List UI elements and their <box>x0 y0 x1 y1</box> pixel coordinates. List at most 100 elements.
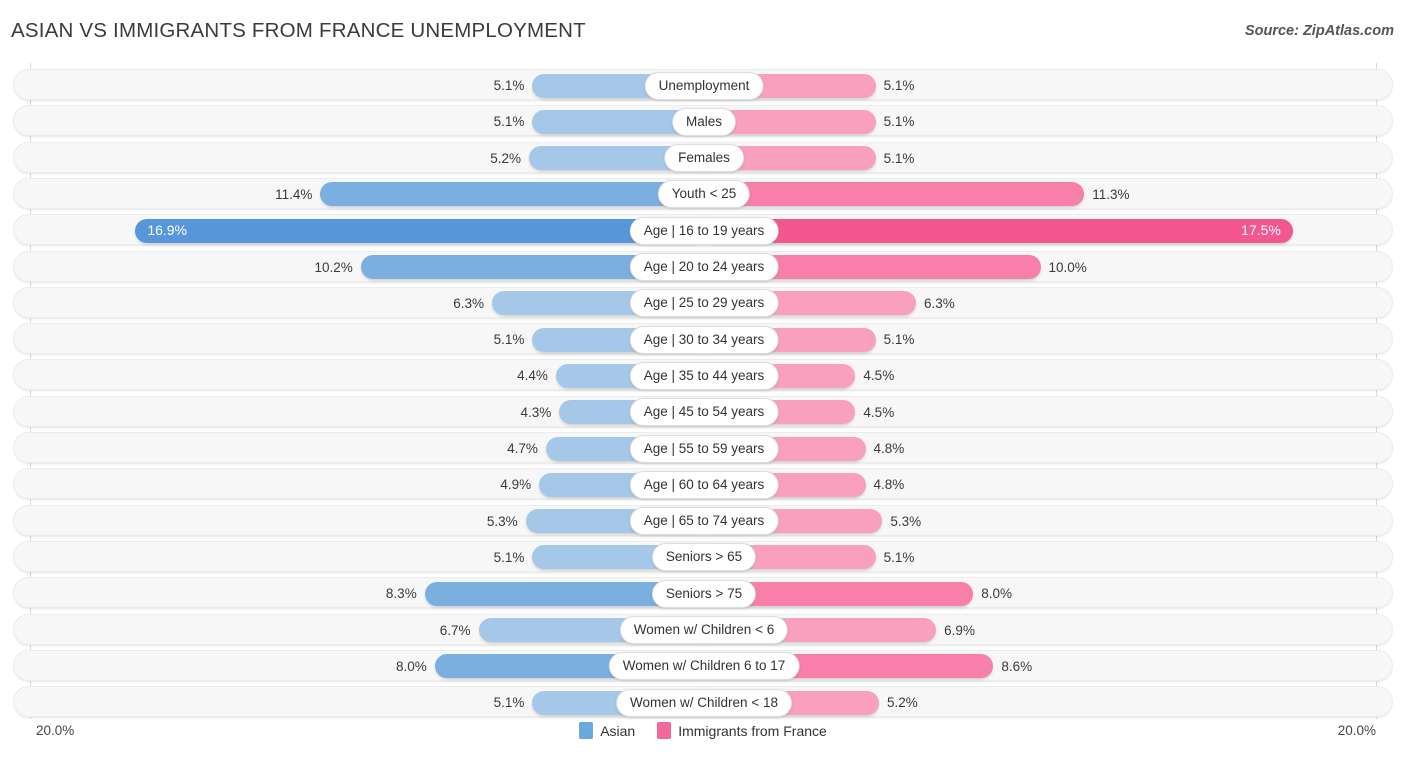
chart-row: 16.9% 17.5% Age | 16 to 19 years <box>13 214 1393 246</box>
bar-pair: 5.3% 5.3% Age | 65 to 74 years <box>1 506 1406 537</box>
value-label-asian: 8.3% <box>385 586 417 602</box>
bar-pair: 16.9% 17.5% Age | 16 to 19 years <box>1 215 1406 246</box>
row-label: Males <box>671 107 737 136</box>
row-label: Women w/ Children < 18 <box>616 688 792 717</box>
source-attribution: Source: ZipAtlas.com <box>1244 23 1394 39</box>
row-label: Women w/ Children 6 to 17 <box>608 652 800 681</box>
chart-row: 5.2% 5.1% Females <box>13 141 1393 173</box>
bar-pair: 6.3% 6.3% Age | 25 to 29 years <box>1 288 1406 319</box>
bar-pair: 8.3% 8.0% Seniors > 75 <box>1 578 1406 609</box>
row-label: Unemployment <box>644 71 764 100</box>
value-label-asian: 16.9% <box>147 222 188 239</box>
chart-row: 8.0% 8.6% Women w/ Children 6 to 17 <box>13 649 1393 681</box>
value-label-asian: 8.0% <box>396 658 427 674</box>
chart-row: 4.3% 4.5% Age | 45 to 54 years <box>13 395 1393 427</box>
value-label-asian: 5.1% <box>493 695 525 711</box>
value-label-asian: 5.2% <box>490 150 522 166</box>
chart-legend: Asian Immigrants from France <box>0 722 1406 739</box>
legend-item[interactable]: Asian <box>579 722 635 739</box>
chart-row: 8.3% 8.0% Seniors > 75 <box>13 577 1393 609</box>
value-label-immigrants-from-france: 5.1% <box>883 150 915 166</box>
value-label-asian: 10.2% <box>314 259 353 275</box>
value-label-asian: 4.9% <box>500 477 532 493</box>
bar-pair: 6.7% 6.9% Women w/ Children < 6 <box>1 615 1406 646</box>
value-label-immigrants-from-france: 17.5% <box>1241 222 1281 239</box>
value-label-asian: 6.3% <box>453 295 484 311</box>
value-label-immigrants-from-france: 5.2% <box>886 695 918 711</box>
value-label-immigrants-from-france: 5.3% <box>890 513 922 529</box>
legend-swatch-icon <box>579 722 594 739</box>
legend-label: Asian <box>600 722 636 739</box>
bar-pair: 5.2% 5.1% Females <box>1 143 1406 174</box>
value-label-immigrants-from-france: 4.8% <box>873 441 905 456</box>
value-label-asian: 11.4% <box>275 186 313 202</box>
bar-asian[interactable] <box>320 182 704 207</box>
value-label-immigrants-from-france: 5.1% <box>883 114 915 130</box>
chart-row: 11.4% 11.3% Youth < 25 <box>13 177 1393 209</box>
chart-row: 6.7% 6.9% Women w/ Children < 6 <box>13 613 1393 645</box>
chart-row: 10.2% 10.0% Age | 20 to 24 years <box>13 250 1393 282</box>
value-label-asian: 5.1% <box>493 78 525 93</box>
page-title: ASIAN VS IMMIGRANTS FROM FRANCE UNEMPLOY… <box>11 19 586 42</box>
row-label: Age | 65 to 74 years <box>629 507 779 536</box>
value-label-immigrants-from-france: 5.1% <box>883 78 915 93</box>
chart-row: 5.1% 5.1% Males <box>13 105 1393 137</box>
value-label-immigrants-from-france: 10.0% <box>1048 259 1087 275</box>
value-label-asian: 6.7% <box>439 622 471 638</box>
bar-pair: 5.1% 5.1% Unemployment <box>1 70 1406 101</box>
value-label-immigrants-from-france: 11.3% <box>1092 186 1130 202</box>
value-label-immigrants-from-france: 4.5% <box>863 404 895 420</box>
row-label: Age | 25 to 29 years <box>629 289 779 318</box>
legend-label: Immigrants from France <box>678 722 827 739</box>
value-label-immigrants-from-france: 8.6% <box>1001 658 1033 674</box>
row-label: Age | 20 to 24 years <box>629 253 779 281</box>
chart-row: 6.3% 6.3% Age | 25 to 29 years <box>13 286 1393 318</box>
value-label-asian: 5.1% <box>493 332 525 348</box>
row-label: Age | 30 to 34 years <box>629 325 779 354</box>
value-label-immigrants-from-france: 4.8% <box>873 477 905 493</box>
chart-row: 5.1% 5.1% Seniors > 65 <box>13 540 1393 572</box>
bar-pair: 4.4% 4.5% Age | 35 to 44 years <box>1 360 1406 391</box>
value-label-immigrants-from-france: 6.9% <box>944 622 975 638</box>
chart-row: 5.1% 5.2% Women w/ Children < 18 <box>13 686 1393 718</box>
value-label-immigrants-from-france: 5.1% <box>883 549 915 565</box>
row-label: Youth < 25 <box>657 180 751 209</box>
value-label-asian: 4.7% <box>507 441 538 456</box>
value-label-asian: 4.4% <box>517 368 548 384</box>
bar-pair: 4.7% 4.8% Age | 55 to 59 years <box>1 433 1406 464</box>
chart-row: 4.7% 4.8% Age | 55 to 59 years <box>13 432 1393 463</box>
value-label-asian: 4.3% <box>520 404 552 420</box>
value-label-asian: 5.1% <box>493 114 525 130</box>
chart-row: 5.1% 5.1% Age | 30 to 34 years <box>13 323 1393 355</box>
bar-pair: 11.4% 11.3% Youth < 25 <box>1 179 1406 210</box>
value-label-asian: 5.1% <box>493 549 525 565</box>
value-label-immigrants-from-france: 8.0% <box>981 586 1012 602</box>
bar-pair: 5.1% 5.1% Age | 30 to 34 years <box>1 324 1406 355</box>
bar-pair: 8.0% 8.6% Women w/ Children 6 to 17 <box>1 651 1406 682</box>
value-label-asian: 5.3% <box>486 513 518 529</box>
row-label: Age | 35 to 44 years <box>629 361 779 390</box>
value-label-immigrants-from-france: 4.5% <box>863 368 895 384</box>
bar-pair: 5.1% 5.2% Women w/ Children < 18 <box>1 687 1406 718</box>
bar-immigrants-from-france[interactable] <box>704 182 1085 207</box>
chart-row: 4.4% 4.5% Age | 35 to 44 years <box>13 359 1393 391</box>
bar-pair: 4.9% 4.8% Age | 60 to 64 years <box>1 469 1406 500</box>
plot-area: 5.1% 5.1% Unemployment 5.1% 5.1% Males 5.2% 5.1… <box>0 63 1406 719</box>
chart-row: 4.9% 4.8% Age | 60 to 64 years <box>13 468 1393 500</box>
row-label: Age | 55 to 59 years <box>629 434 779 463</box>
legend-swatch-icon <box>657 722 672 739</box>
bar-pair: 10.2% 10.0% Age | 20 to 24 years <box>1 252 1406 283</box>
value-label-immigrants-from-france: 5.1% <box>883 332 915 348</box>
row-label: Women w/ Children < 6 <box>619 616 789 644</box>
row-label: Age | 60 to 64 years <box>629 470 779 499</box>
chart-row: 5.3% 5.3% Age | 65 to 74 years <box>13 504 1393 536</box>
value-label-immigrants-from-france: 6.3% <box>923 295 955 311</box>
row-label: Seniors > 75 <box>651 579 757 608</box>
bar-pair: 5.1% 5.1% Males <box>1 106 1406 137</box>
row-label: Age | 16 to 19 years <box>629 216 779 245</box>
legend-item[interactable]: Immigrants from France <box>657 722 827 739</box>
chart-row: 5.1% 5.1% Unemployment <box>13 69 1393 100</box>
row-label: Females <box>664 144 744 173</box>
bar-pair: 5.1% 5.1% Seniors > 65 <box>1 542 1406 573</box>
row-label: Age | 45 to 54 years <box>629 398 779 427</box>
